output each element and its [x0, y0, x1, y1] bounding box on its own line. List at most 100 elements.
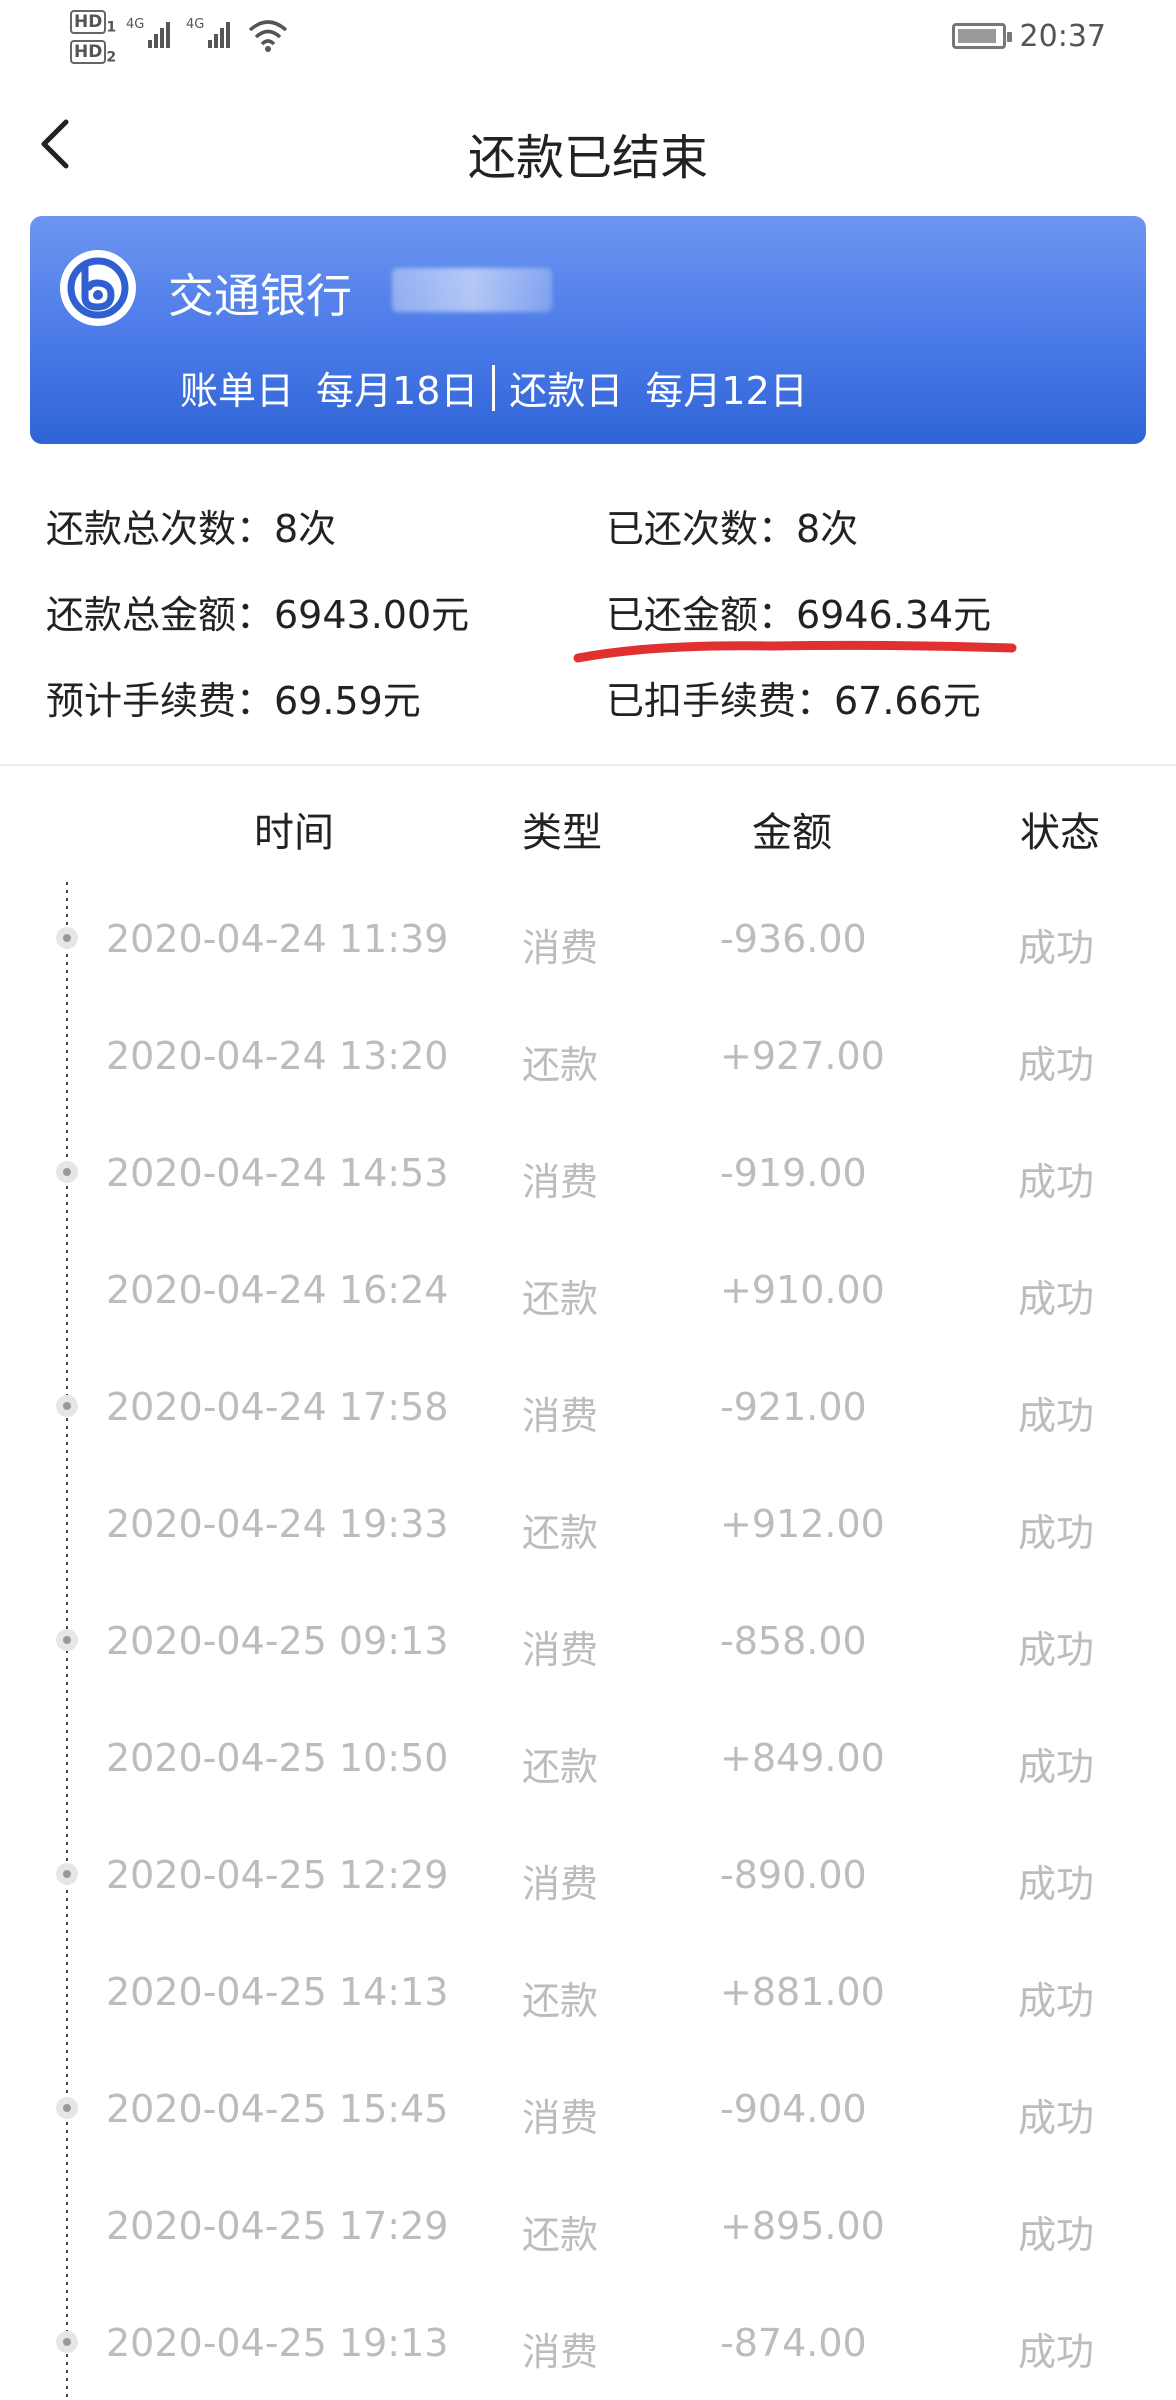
timeline-dot [56, 2097, 78, 2119]
row-amount: -874.00 [720, 2321, 867, 2365]
card-number-mask [392, 268, 552, 312]
row-type: 消费 [522, 2330, 599, 2374]
row-status: 成功 [1018, 2096, 1095, 2140]
row-time: 2020-04-25 17:29 [106, 2204, 449, 2248]
repay-day-value: 每月12日 [645, 369, 808, 413]
table-row[interactable]: 2020-04-24 13:20 还款 +927.00 成功 [0, 1022, 1176, 1139]
bank-logo-icon [60, 250, 136, 326]
row-status: 成功 [1018, 926, 1095, 970]
red-underline-annotation [573, 640, 1017, 663]
table-row[interactable]: 2020-04-24 16:24 还款 +910.00 成功 [0, 1256, 1176, 1373]
signal-icon: 4G [126, 14, 178, 58]
bank-card: 交通银行 账单日 每月18日 还款日 每月12日 [30, 216, 1146, 444]
section-divider [0, 764, 1176, 766]
deducted-fee: 已扣手续费：67.66元 [606, 679, 981, 723]
wifi-icon [246, 18, 290, 58]
status-bar-left: HD 1 HD 2 4G 4G [70, 8, 290, 68]
status-bar: HD 1 HD 2 4G 4G 20:37 [0, 0, 1176, 72]
row-type: 还款 [522, 1745, 599, 1789]
repayment-summary: 还款总次数：8次 已还次数：8次 还款总金额：6943.00元 已还金额：694… [0, 470, 1176, 730]
paid-count: 已还次数：8次 [606, 507, 859, 551]
header-amount: 金额 [752, 810, 832, 856]
nav-header: 还款已结束 [0, 90, 1176, 200]
row-time: 2020-04-24 14:53 [106, 1151, 449, 1195]
row-type: 消费 [522, 926, 599, 970]
row-time: 2020-04-24 17:58 [106, 1385, 449, 1429]
row-status: 成功 [1018, 2213, 1095, 2257]
bill-day-label: 账单日 [180, 369, 295, 413]
hd1-indicator: HD 1 [70, 10, 116, 35]
timeline-dot [56, 1629, 78, 1651]
row-status: 成功 [1018, 2330, 1095, 2374]
row-time: 2020-04-25 09:13 [106, 1619, 449, 1663]
separator [492, 364, 496, 411]
timeline-dot [56, 1395, 78, 1417]
row-status: 成功 [1018, 1628, 1095, 1672]
row-amount: -904.00 [720, 2087, 867, 2131]
row-time: 2020-04-25 14:13 [106, 1970, 449, 2014]
row-type: 消费 [522, 1394, 599, 1438]
row-type: 还款 [522, 2213, 599, 2257]
bill-info-row: 账单日 每月18日 还款日 每月12日 [180, 360, 808, 415]
row-amount: +849.00 [720, 1736, 885, 1780]
estimated-fee: 预计手续费：69.59元 [46, 679, 421, 723]
repay-day-label: 还款日 [509, 369, 624, 413]
timeline-dot [56, 1863, 78, 1885]
row-amount: -936.00 [720, 917, 867, 961]
header-type: 类型 [522, 810, 602, 856]
row-type: 还款 [522, 1043, 599, 1087]
row-time: 2020-04-24 11:39 [106, 917, 449, 961]
table-row[interactable]: 2020-04-24 19:33 还款 +912.00 成功 [0, 1490, 1176, 1607]
header-time: 时间 [254, 810, 334, 856]
bill-day-value: 每月18日 [316, 369, 479, 413]
timeline-dot [56, 2331, 78, 2353]
row-status: 成功 [1018, 1979, 1095, 2023]
timeline-dot [56, 927, 78, 949]
bank-name: 交通银行 [168, 269, 352, 323]
table-row[interactable]: 2020-04-24 11:39 消费 -936.00 成功 [0, 905, 1176, 1022]
row-status: 成功 [1018, 1862, 1095, 1906]
table-row[interactable]: 2020-04-25 14:13 还款 +881.00 成功 [0, 1958, 1176, 2075]
table-row[interactable]: 2020-04-25 17:29 还款 +895.00 成功 [0, 2192, 1176, 2309]
paid-amount: 已还金额：6946.34元 [606, 593, 992, 637]
row-status: 成功 [1018, 1511, 1095, 1555]
table-row[interactable]: 2020-04-24 17:58 消费 -921.00 成功 [0, 1373, 1176, 1490]
status-time: 20:37 [1019, 18, 1106, 54]
row-status: 成功 [1018, 1043, 1095, 1087]
row-amount: -890.00 [720, 1853, 867, 1897]
row-status: 成功 [1018, 1394, 1095, 1438]
timeline-dot [56, 1161, 78, 1183]
table-row[interactable]: 2020-04-24 14:53 消费 -919.00 成功 [0, 1139, 1176, 1256]
row-time: 2020-04-24 13:20 [106, 1034, 449, 1078]
row-type: 还款 [522, 1511, 599, 1555]
table-row[interactable]: 2020-04-25 15:45 消费 -904.00 成功 [0, 2075, 1176, 2192]
total-count: 还款总次数：8次 [46, 507, 337, 551]
row-status: 成功 [1018, 1745, 1095, 1789]
sig2-label: 4G [186, 17, 204, 32]
table-row[interactable]: 2020-04-25 09:13 消费 -858.00 成功 [0, 1607, 1176, 1724]
row-time: 2020-04-25 12:29 [106, 1853, 449, 1897]
sig1-label: 4G [126, 17, 144, 32]
row-type: 还款 [522, 1277, 599, 1321]
row-type: 消费 [522, 2096, 599, 2140]
row-type: 消费 [522, 1628, 599, 1672]
row-amount: +912.00 [720, 1502, 885, 1546]
row-amount: +881.00 [720, 1970, 885, 2014]
row-type: 消费 [522, 1862, 599, 1906]
row-time: 2020-04-25 19:13 [106, 2321, 449, 2365]
row-amount: -921.00 [720, 1385, 867, 1429]
row-amount: +910.00 [720, 1268, 885, 1312]
total-amount: 还款总金额：6943.00元 [46, 593, 470, 637]
hd2-indicator: HD 2 [70, 40, 116, 65]
row-type: 消费 [522, 1160, 599, 1204]
row-status: 成功 [1018, 1160, 1095, 1204]
table-header: 时间 类型 金额 状态 [0, 800, 1176, 870]
row-time: 2020-04-24 19:33 [106, 1502, 449, 1546]
table-row[interactable]: 2020-04-25 19:13 消费 -874.00 成功 [0, 2309, 1176, 2400]
table-row[interactable]: 2020-04-25 12:29 消费 -890.00 成功 [0, 1841, 1176, 1958]
row-time: 2020-04-25 15:45 [106, 2087, 449, 2131]
row-amount: +927.00 [720, 1034, 885, 1078]
row-status: 成功 [1018, 1277, 1095, 1321]
battery-icon [951, 23, 1012, 49]
table-row[interactable]: 2020-04-25 10:50 还款 +849.00 成功 [0, 1724, 1176, 1841]
